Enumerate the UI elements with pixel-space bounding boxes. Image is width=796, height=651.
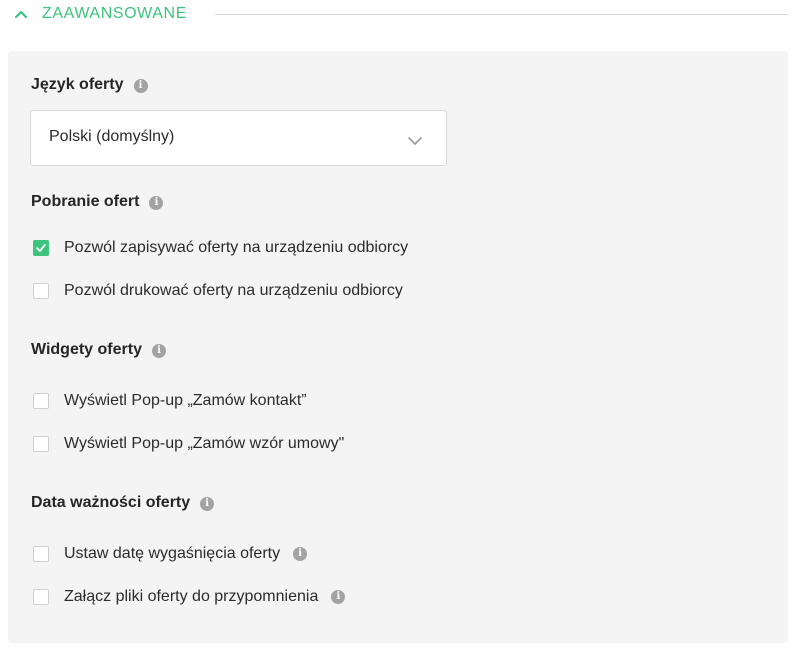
header-divider	[215, 14, 788, 15]
offer-expiry-label: Data ważności oferty	[31, 494, 191, 511]
offer-widgets-heading: Widgety oferty i	[31, 341, 166, 359]
offer-download-label: Pobranie ofert	[31, 193, 140, 210]
popup-contact-label: Wyświetl Pop-up „Zamów kontakt”	[64, 392, 307, 409]
set-expiry-date-option[interactable]: Ustaw datę wygaśnięcia oferty i	[33, 544, 308, 564]
chevron-up-icon[interactable]	[14, 8, 28, 20]
offer-expiry-heading: Data ważności oferty i	[31, 494, 215, 512]
advanced-section-header[interactable]: ZAAWANSOWANE	[0, 0, 796, 30]
info-icon[interactable]: i	[200, 497, 215, 511]
info-icon[interactable]: i	[151, 344, 166, 358]
attach-files-reminder-checkbox[interactable]	[33, 589, 49, 605]
advanced-settings-panel: Język oferty i Polski (domyślny) Pobranie…	[8, 51, 788, 643]
offer-language-heading: Język oferty i	[31, 76, 148, 94]
popup-contact-checkbox[interactable]	[33, 393, 49, 409]
set-expiry-date-checkbox[interactable]	[33, 546, 49, 562]
info-icon[interactable]: i	[133, 79, 148, 93]
advanced-section-title[interactable]: ZAAWANSOWANE	[42, 5, 187, 23]
offer-language-value: Polski (domyślny)	[49, 128, 175, 145]
info-icon[interactable]: i	[149, 196, 164, 210]
allow-print-checkbox[interactable]	[33, 283, 49, 299]
offer-language-label: Język oferty	[31, 76, 124, 93]
check-icon	[36, 244, 46, 252]
allow-print-option[interactable]: Pozwól drukować oferty na urządzeniu odb…	[33, 281, 403, 301]
popup-contract-option[interactable]: Wyświetl Pop-up „Zamów wzór umowy"	[33, 434, 344, 454]
attach-files-reminder-option[interactable]: Załącz pliki oferty do przypomnienia i	[33, 587, 346, 607]
chevron-down-icon	[408, 133, 422, 145]
allow-print-label: Pozwól drukować oferty na urządzeniu odb…	[64, 282, 403, 299]
info-icon[interactable]: i	[293, 547, 308, 561]
allow-save-option[interactable]: Pozwól zapisywać oferty na urządzeniu od…	[33, 238, 408, 258]
offer-language-select[interactable]: Polski (domyślny)	[30, 110, 447, 166]
offer-download-heading: Pobranie ofert i	[31, 193, 164, 211]
attach-files-reminder-label: Załącz pliki oferty do przypomnienia	[64, 588, 319, 605]
allow-save-checkbox[interactable]	[33, 240, 49, 256]
popup-contract-label: Wyświetl Pop-up „Zamów wzór umowy"	[64, 435, 345, 452]
info-icon[interactable]: i	[331, 590, 346, 604]
offer-widgets-label: Widgety oferty	[31, 341, 142, 358]
allow-save-label: Pozwól zapisywać oferty na urządzeniu od…	[64, 239, 409, 256]
set-expiry-date-label: Ustaw datę wygaśnięcia oferty	[64, 545, 281, 562]
popup-contact-option[interactable]: Wyświetl Pop-up „Zamów kontakt”	[33, 391, 307, 411]
popup-contract-checkbox[interactable]	[33, 436, 49, 452]
